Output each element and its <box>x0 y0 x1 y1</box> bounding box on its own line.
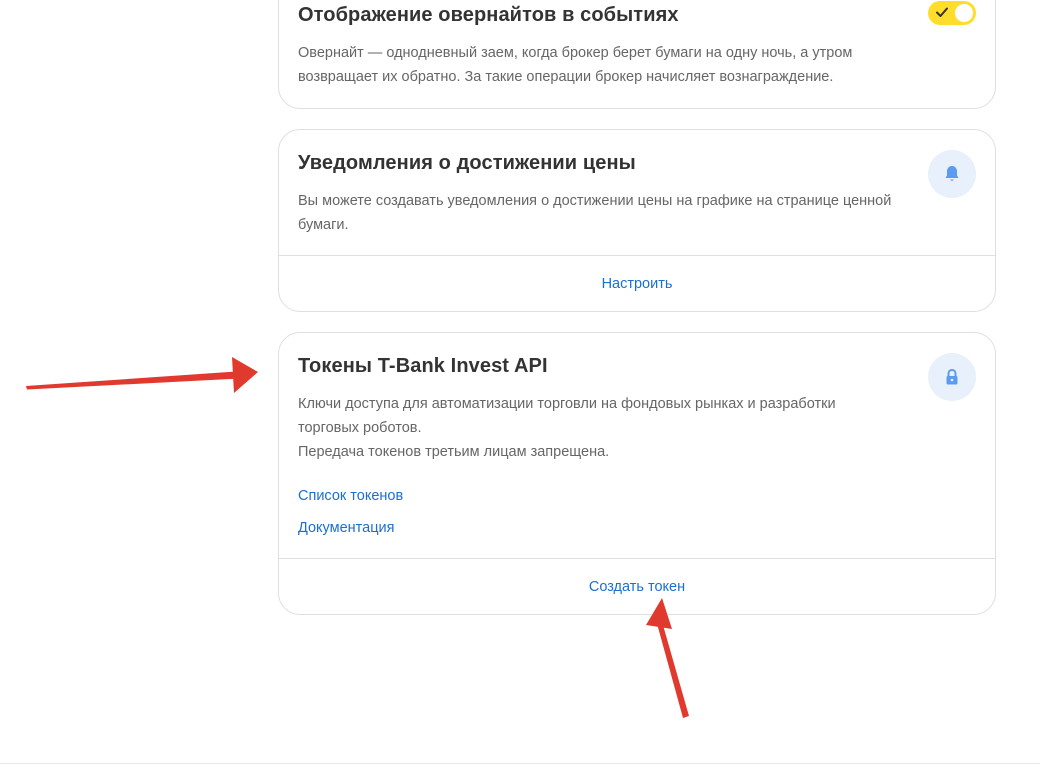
overnight-toggle[interactable] <box>928 1 976 25</box>
documentation-link[interactable]: Документация <box>298 515 403 547</box>
bell-icon <box>928 150 976 198</box>
price-alerts-card: Уведомления о достижении цены Вы можете … <box>278 129 996 312</box>
lock-icon <box>928 353 976 401</box>
configure-alerts-link[interactable]: Настроить <box>602 276 673 292</box>
price-alerts-card-footer: Настроить <box>279 255 995 311</box>
page-divider <box>0 763 1040 764</box>
arrow-to-tokens-card <box>26 357 258 393</box>
api-tokens-card-title: Токены T-Bank Invest API <box>298 355 548 377</box>
api-tokens-card-description: Ключи доступа для автоматизации торговли… <box>298 396 836 436</box>
settings-page: Отображение овернайтов в событиях Оверна… <box>0 0 1040 775</box>
create-token-link[interactable]: Создать токен <box>589 579 685 595</box>
arrow-to-create-token <box>646 598 689 718</box>
api-tokens-card: Токены T-Bank Invest API Ключи доступа д… <box>278 332 996 615</box>
overnight-card-description: Овернайт — однодневный заем, когда броке… <box>298 45 853 85</box>
api-tokens-card-warning: Передача токенов третьим лицам запрещена… <box>298 444 610 460</box>
toggle-knob <box>955 4 973 22</box>
token-list-link[interactable]: Список токенов <box>298 483 403 515</box>
check-icon <box>936 7 948 17</box>
token-links: Список токенов Документация <box>298 483 403 547</box>
price-alerts-card-description: Вы можете создавать уведомления о достиж… <box>298 193 892 233</box>
price-alerts-card-title: Уведомления о достижении цены <box>298 152 636 174</box>
overnight-settings-card: Отображение овернайтов в событиях Оверна… <box>278 0 996 109</box>
api-tokens-card-footer: Создать токен <box>279 558 995 614</box>
overnight-card-title: Отображение овернайтов в событиях <box>298 4 679 26</box>
